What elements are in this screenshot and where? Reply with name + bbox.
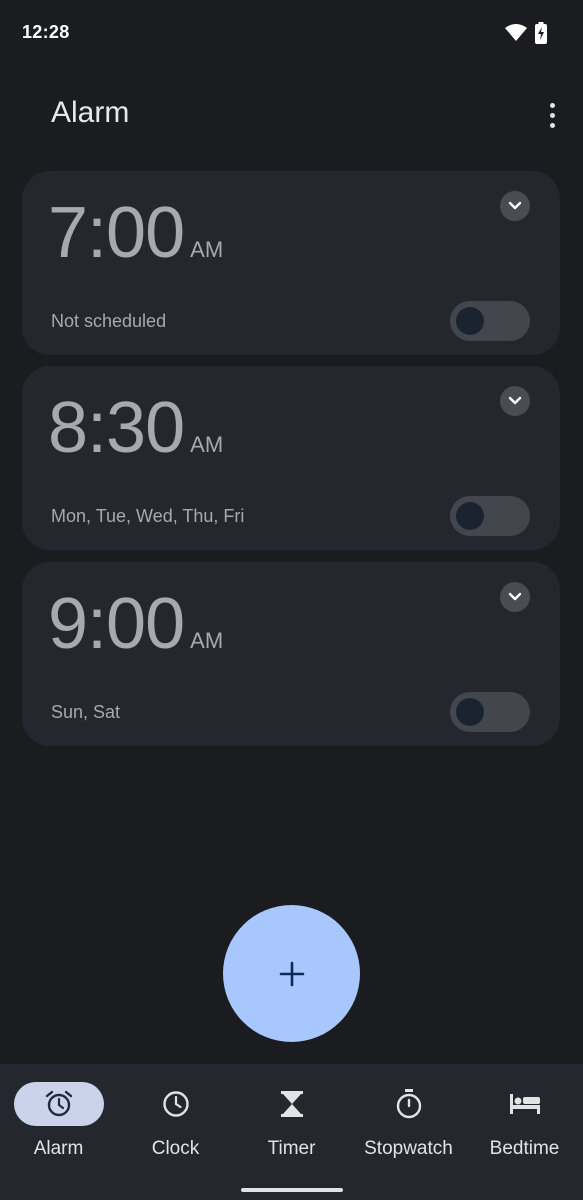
expand-button[interactable] [500,582,530,612]
add-alarm-button[interactable] [223,905,360,1042]
home-indicator[interactable] [241,1188,343,1192]
wifi-icon [505,24,527,47]
nav-label: Bedtime [489,1138,560,1159]
nav-item-stopwatch[interactable]: Stopwatch [350,1078,467,1188]
expand-button[interactable] [500,191,530,221]
nav-active-indicator [13,1082,104,1126]
add-icon [279,961,304,986]
alarm-time-row: 8:30 AM [48,392,223,464]
alarm-ampm: AM [190,237,224,262]
alarm-ampm: AM [190,628,224,653]
alarm-card[interactable]: 8:30 AM Mon, Tue, Wed, Thu, Fri [22,366,560,550]
chevron-down-icon [508,201,522,210]
nav-item-bedtime[interactable]: Bedtime [466,1078,583,1188]
alarm-toggle[interactable] [450,496,530,536]
hourglass-icon [280,1091,303,1117]
more-vert-icon[interactable] [543,98,561,132]
nav-label: Alarm [33,1138,84,1159]
alarm-time[interactable]: 9:00 [48,588,185,660]
battery-icon [535,22,547,49]
clock-icon [162,1091,189,1117]
status-time: 12:28 [22,22,70,42]
status-icons [505,22,547,49]
alarm-schedule[interactable]: Sun, Sat [51,702,120,723]
page-title: Alarm [51,96,130,129]
status-bar: 12:28 [0,0,583,70]
toggle-knob [456,698,484,726]
alarm-toggle[interactable] [450,692,530,732]
alarm-card[interactable]: 7:00 AM Not scheduled [22,171,560,355]
alarm-card[interactable]: 9:00 AM Sun, Sat [22,562,560,746]
nav-label: Stopwatch [364,1138,453,1159]
bottom-nav: Alarm Clock Timer Stopwatch Bedtime [0,1064,583,1200]
alarm-icon [45,1090,72,1117]
alarm-time-row: 9:00 AM [48,588,223,660]
nav-label: Clock [151,1138,200,1159]
alarm-time-row: 7:00 AM [48,197,223,269]
nav-label: Timer [267,1138,316,1159]
bed-icon [509,1094,540,1114]
stopwatch-icon [396,1089,421,1119]
alarm-ampm: AM [190,432,224,457]
toggle-knob [456,502,484,530]
alarm-time[interactable]: 8:30 [48,392,185,464]
alarm-schedule[interactable]: Not scheduled [51,311,166,332]
toggle-knob [456,307,484,335]
nav-item-alarm[interactable]: Alarm [0,1078,117,1188]
chevron-down-icon [508,592,522,601]
alarm-toggle[interactable] [450,301,530,341]
nav-item-timer[interactable]: Timer [233,1078,350,1188]
alarm-schedule[interactable]: Mon, Tue, Wed, Thu, Fri [51,506,244,527]
alarm-time[interactable]: 7:00 [48,197,185,269]
chevron-down-icon [508,396,522,405]
nav-item-clock[interactable]: Clock [117,1078,234,1188]
expand-button[interactable] [500,386,530,416]
